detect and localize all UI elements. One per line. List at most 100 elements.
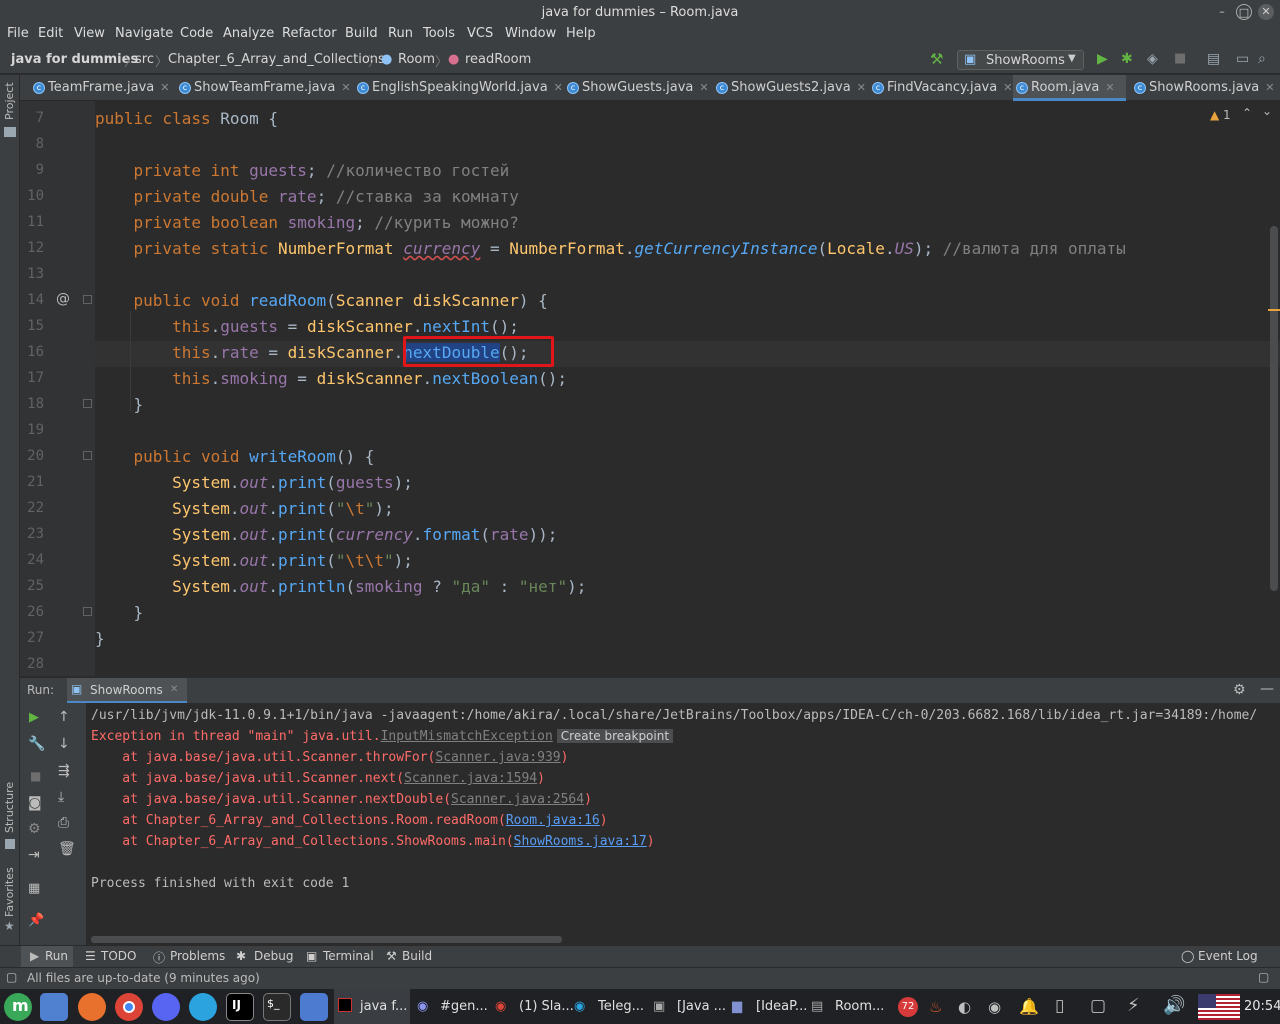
status-settings-icon[interactable]: ▢ <box>1258 970 1269 984</box>
menu-analyze[interactable]: Analyze <box>223 26 274 41</box>
minimize-panel-icon[interactable]: — <box>1260 681 1274 697</box>
menu-help[interactable]: Help <box>566 26 596 41</box>
files-icon[interactable] <box>300 993 328 1021</box>
close-icon[interactable]: ✕ <box>857 81 866 94</box>
fold-icon[interactable] <box>83 451 92 460</box>
menu-window[interactable]: Window <box>505 26 556 41</box>
code-editor[interactable]: 7 8 9 10 11 12 13 14 15 16 17 18 19 20 2… <box>20 101 1280 676</box>
menu-navigate[interactable]: Navigate <box>115 26 173 41</box>
taskbar-item-gen[interactable]: #gen... <box>440 999 488 1014</box>
discord-tray-icon[interactable]: ◉ <box>988 998 1001 1016</box>
maximize-icon[interactable]: □ <box>1236 4 1252 20</box>
search-icon[interactable]: ⌕ <box>1258 51 1266 67</box>
console-scrollbar[interactable] <box>91 936 562 943</box>
arrow-down-icon[interactable]: ↓ <box>58 736 70 752</box>
tab-showguests2[interactable]: c ShowGuests2.java ✕ <box>713 75 866 101</box>
bell-icon[interactable]: 🔔 <box>1019 997 1039 1016</box>
half-moon-icon[interactable]: ◐ <box>958 998 971 1016</box>
flame-icon[interactable]: ♨ <box>929 998 942 1016</box>
breadcrumb-src[interactable]: src <box>135 52 154 67</box>
menu-build[interactable]: Build <box>345 26 378 41</box>
volume-icon[interactable]: 🔊 <box>1163 995 1185 1016</box>
fold-icon[interactable] <box>83 607 92 616</box>
warning-marker[interactable] <box>1268 309 1280 311</box>
stack-link[interactable]: Scanner.java:939 <box>435 750 560 765</box>
menu-edit[interactable]: Edit <box>38 26 63 41</box>
close-icon[interactable]: ✕ <box>160 81 169 94</box>
taskbar-item-telegram[interactable]: Teleg... <box>598 999 644 1014</box>
tab-room[interactable]: c Room.java ✕ <box>1013 75 1126 101</box>
menu-run[interactable]: Run <box>388 26 413 41</box>
power-icon[interactable]: ⚡ <box>1127 995 1140 1016</box>
breadcrumb-project[interactable]: java for dummies <box>11 52 138 67</box>
telegram-icon[interactable] <box>189 993 217 1021</box>
login-icon[interactable]: ⇥ <box>28 847 40 863</box>
minimize-icon[interactable]: – <box>1214 4 1230 20</box>
chevron-up-icon[interactable]: ⌃ <box>1242 106 1252 120</box>
tool-terminal-button[interactable]: Terminal <box>323 949 374 963</box>
discord-icon[interactable] <box>152 993 180 1021</box>
trash-icon[interactable]: 🗑 <box>58 841 76 857</box>
taskbar-item-java2[interactable]: [Java ... <box>677 999 726 1014</box>
layout-icon[interactable]: ▭ <box>1236 51 1249 67</box>
stack-link[interactable]: ShowRooms.java:17 <box>514 834 647 849</box>
stop-icon[interactable]: ■ <box>1174 51 1186 66</box>
run-config-select[interactable]: ▣ ShowRooms ▼ <box>957 50 1084 70</box>
soft-wrap-icon[interactable]: ⇶ <box>58 763 70 779</box>
menu-tools[interactable]: Tools <box>423 26 455 41</box>
taskbar-item-ideap[interactable]: [IdeaP... <box>756 999 807 1014</box>
editor-scrollbar[interactable] <box>1270 226 1278 591</box>
wrench-icon[interactable]: 🔧 <box>28 736 45 752</box>
taskbar-item-slack[interactable]: (1) Sla... <box>519 999 574 1014</box>
rerun-icon[interactable]: ▶ <box>29 710 39 725</box>
fold-icon[interactable] <box>83 295 92 304</box>
print-icon[interactable]: ⎙ <box>58 815 69 831</box>
create-breakpoint-tooltip[interactable]: Create breakpoint <box>556 729 674 743</box>
hammer-icon[interactable]: ⚒ <box>930 50 943 68</box>
debug-icon[interactable]: ✱ <box>1121 51 1133 67</box>
close-icon[interactable]: ✕ <box>341 81 350 94</box>
tab-teamframe[interactable]: c TeamFrame.java ✕ <box>30 75 169 101</box>
breadcrumb-class[interactable]: Room <box>398 52 435 67</box>
taskbar-item-room[interactable]: Room... <box>835 999 884 1014</box>
display-icon[interactable]: ▢ <box>1090 996 1106 1016</box>
pin-icon[interactable]: 📌 <box>28 913 44 928</box>
close-icon[interactable]: ✕ <box>554 81 563 94</box>
exception-link[interactable]: InputMismatchException <box>381 729 553 744</box>
menu-vcs[interactable]: VCS <box>467 26 493 41</box>
close-icon[interactable]: ✕ <box>1105 81 1114 94</box>
breadcrumb-method[interactable]: readRoom <box>465 52 531 67</box>
event-log-button[interactable]: Event Log <box>1198 949 1258 963</box>
structure-tool-button[interactable]: Structure <box>3 782 16 833</box>
menu-code[interactable]: Code <box>180 26 213 41</box>
breadcrumb-package[interactable]: Chapter_6_Array_and_Collections <box>168 52 385 67</box>
chevron-down-icon[interactable]: ⌄ <box>1262 104 1272 118</box>
tab-run-showrooms[interactable]: ▣ ShowRooms ✕ <box>67 678 187 704</box>
stack-link[interactable]: Room.java:16 <box>506 813 600 828</box>
close-icon[interactable]: ✕ <box>170 684 178 695</box>
tool-problems-button[interactable]: Problems <box>170 949 225 963</box>
firefox-icon[interactable] <box>78 993 106 1021</box>
stop-icon[interactable]: ■ <box>30 769 41 783</box>
favorites-tool-button[interactable]: Favorites <box>3 867 16 917</box>
status-icon[interactable]: ▢ <box>6 970 17 984</box>
close-icon[interactable]: ✕ <box>1003 81 1012 94</box>
clipboard-icon[interactable]: ▯ <box>1055 996 1064 1016</box>
close-icon[interactable]: ✕ <box>1265 81 1274 94</box>
tab-showteamframe[interactable]: c ShowTeamFrame.java ✕ <box>176 75 351 101</box>
override-icon[interactable]: @ <box>56 291 70 307</box>
tab-findvacancy[interactable]: c FindVacancy.java ✕ <box>869 75 1012 101</box>
chrome-icon[interactable] <box>115 993 143 1021</box>
show-desktop-icon[interactable] <box>40 993 68 1021</box>
tab-englishspeakingworld[interactable]: c EnglishSpeakingWorld.java ✕ <box>354 75 563 101</box>
menu-refactor[interactable]: Refactor <box>282 26 337 41</box>
close-icon[interactable]: ✕ <box>1258 4 1274 20</box>
project-tool-button[interactable]: Project <box>3 82 16 120</box>
terminal-icon[interactable]: $_ <box>263 993 291 1021</box>
gear-icon[interactable]: ⚙ <box>1233 682 1246 698</box>
tool-build-button[interactable]: Build <box>402 949 432 963</box>
intellij-icon[interactable]: IJ <box>226 993 254 1021</box>
stack-link[interactable]: Scanner.java:1594 <box>404 771 537 786</box>
settings-icon[interactable]: ⚙ <box>28 821 41 837</box>
run-console[interactable]: ▶ ↑ 🔧 ↓ ■ ⇶ ◙ ⤓ ⚙ ⎙ ⇥ 🗑 ▦ 📌 /usr/lib/jvm… <box>20 703 1280 945</box>
